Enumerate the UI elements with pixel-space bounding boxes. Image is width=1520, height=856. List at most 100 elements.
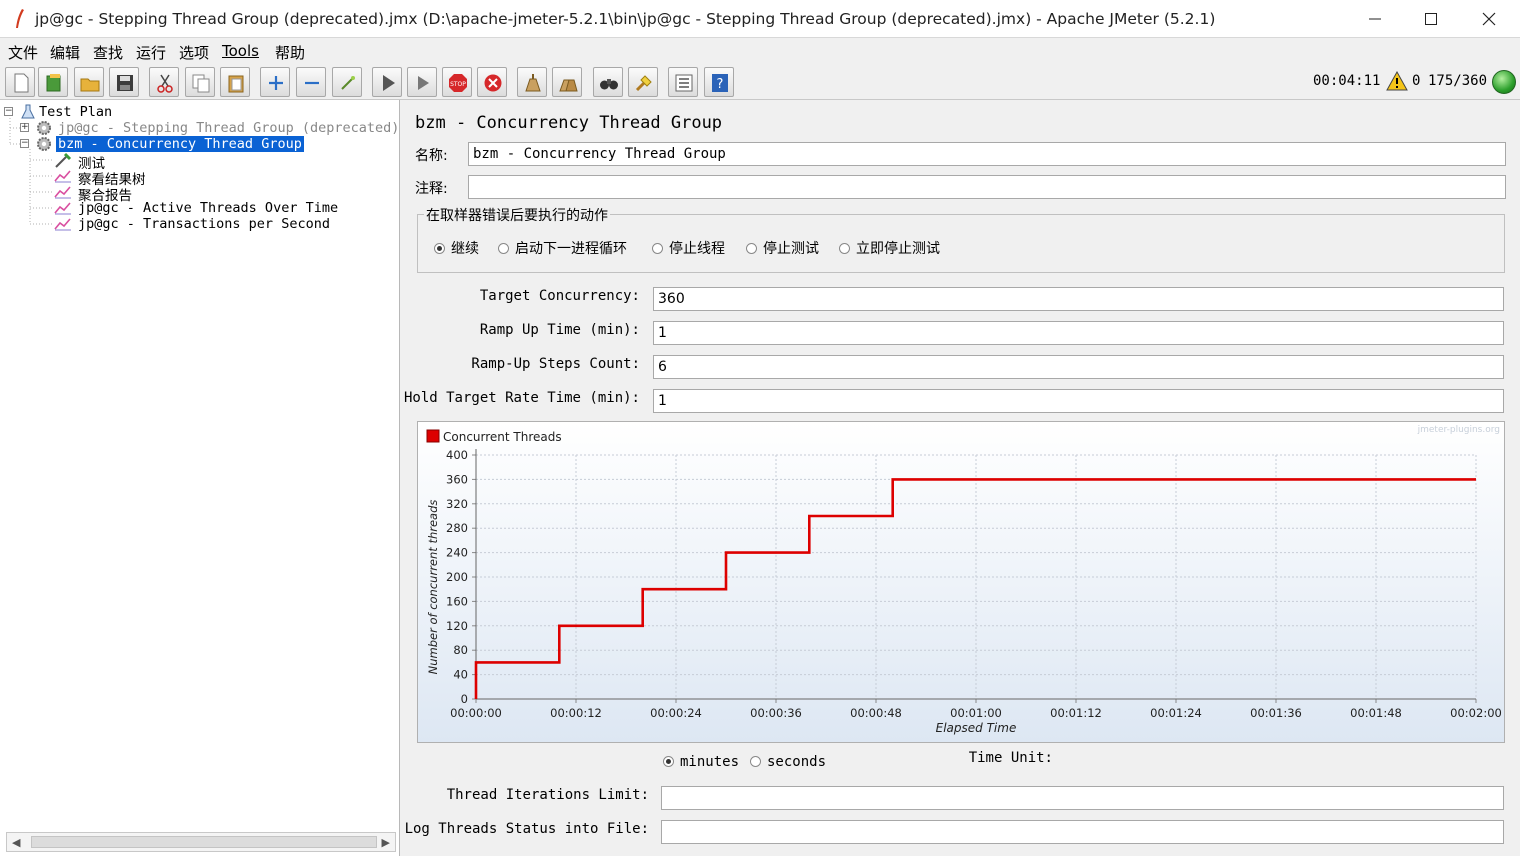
- expand-toggle[interactable]: +: [20, 123, 29, 132]
- chart-watermark: jmeter-plugins.org: [1417, 425, 1500, 435]
- tree-item-active-threads-over-time[interactable]: jp@gc - Active Threads Over Time: [54, 200, 354, 216]
- menu-edit[interactable]: 编辑: [50, 42, 80, 63]
- menu-run[interactable]: 运行: [136, 42, 166, 63]
- reset-search-brush-icon: [635, 75, 652, 92]
- stop-sign-icon: STOP: [449, 74, 467, 92]
- scroll-left-arrow-icon[interactable]: ◀: [12, 836, 20, 849]
- templates-button[interactable]: [38, 67, 68, 97]
- scissors-icon: [157, 74, 173, 93]
- tree-item-label-selected: bzm - Concurrency Thread Group: [55, 135, 305, 153]
- tree-item-sampler[interactable]: 测试: [54, 152, 254, 172]
- warning-icon[interactable]: [1386, 71, 1408, 91]
- thread-iterations-input[interactable]: [661, 786, 1504, 810]
- shutdown-button[interactable]: [477, 67, 507, 97]
- function-helper-button[interactable]: [668, 67, 698, 97]
- start-no-pauses-button[interactable]: [407, 67, 437, 97]
- toggle-wand-icon: [341, 76, 355, 90]
- collapse-toggle[interactable]: −: [20, 139, 29, 148]
- new-file-icon: [14, 73, 29, 93]
- menu-options[interactable]: 选项: [179, 42, 209, 63]
- x-tick-label: 00:00:00: [450, 706, 502, 720]
- collapse-toggle[interactable]: −: [4, 107, 13, 116]
- cut-button[interactable]: [149, 67, 179, 97]
- x-tick-label: 00:00:12: [550, 706, 602, 720]
- ramp-up-steps-input[interactable]: 6: [653, 355, 1504, 379]
- radio-stop-test[interactable]: 停止测试: [746, 238, 819, 258]
- running-indicator-icon: [1492, 70, 1516, 94]
- clear-all-button[interactable]: [552, 67, 582, 97]
- ramp-up-steps-label: Ramp-Up Steps Count:: [471, 356, 640, 372]
- tree-item-stepping-thread-group[interactable]: + jp@gc - Stepping Thread Group (depreca…: [20, 120, 400, 136]
- expand-all-button[interactable]: [260, 67, 290, 97]
- scrollbar-thumb[interactable]: [31, 836, 377, 848]
- target-concurrency-input[interactable]: 360: [653, 287, 1504, 311]
- ramp-up-time-input[interactable]: 1: [653, 321, 1504, 345]
- radio-minutes[interactable]: minutes: [663, 754, 739, 770]
- menu-search[interactable]: 查找: [93, 42, 123, 63]
- new-button[interactable]: [5, 67, 35, 97]
- search-button[interactable]: [593, 67, 623, 97]
- menu-help[interactable]: 帮助: [275, 42, 305, 63]
- start-button[interactable]: [372, 67, 402, 97]
- menu-tools[interactable]: Tools: [222, 42, 259, 60]
- copy-icon: [192, 74, 210, 93]
- log-threads-input[interactable]: [661, 820, 1504, 844]
- elapsed-time: 00:04:11: [1313, 73, 1381, 89]
- tree-item-concurrency-thread-group[interactable]: − bzm - Concurrency Thread Group: [20, 135, 320, 153]
- tree-item-transactions-per-second[interactable]: jp@gc - Transactions per Second: [54, 216, 354, 232]
- maximize-button[interactable]: [1402, 0, 1460, 38]
- radio-continue[interactable]: 继续: [434, 238, 479, 258]
- stop-button[interactable]: STOP: [442, 67, 472, 97]
- tree-item-label: jp@gc - Active Threads Over Time: [78, 200, 339, 216]
- tree-item-test-plan[interactable]: − Test Plan: [4, 104, 204, 120]
- chart-listener-icon: [54, 202, 71, 215]
- reset-search-button[interactable]: [628, 67, 658, 97]
- radio-start-next-loop[interactable]: 启动下一进程循环: [498, 238, 627, 258]
- hold-target-rate-input[interactable]: 1: [653, 389, 1504, 413]
- copy-button[interactable]: [185, 67, 215, 97]
- collapse-all-button[interactable]: [296, 67, 326, 97]
- toggle-button[interactable]: [332, 67, 362, 97]
- tree-item-view-results-tree[interactable]: 察看结果树: [54, 168, 254, 188]
- paste-button[interactable]: [220, 67, 250, 97]
- tree-item-label: Test Plan: [39, 104, 113, 120]
- y-tick-label: 320: [446, 497, 468, 511]
- comment-label: 注释:: [415, 181, 448, 197]
- binoculars-icon: [600, 79, 618, 90]
- comment-input[interactable]: [468, 175, 1506, 199]
- x-tick-label: 00:00:48: [850, 706, 902, 720]
- tree-item-label: jp@gc - Stepping Thread Group (deprecate…: [58, 120, 400, 136]
- clear-button[interactable]: [517, 67, 547, 97]
- brooms-icon: [559, 79, 578, 92]
- radio-unselected-icon: [498, 243, 509, 254]
- play-no-pause-icon: [418, 76, 429, 90]
- tree-item-label: jp@gc - Transactions per Second: [78, 216, 330, 232]
- chart-background: [418, 422, 1504, 742]
- help-question-icon: ?: [712, 74, 728, 92]
- tree-horizontal-scrollbar[interactable]: ◀ ▶: [6, 832, 396, 852]
- scroll-right-arrow-icon[interactable]: ▶: [382, 836, 390, 849]
- minimize-button[interactable]: [1346, 0, 1404, 38]
- shutdown-x-icon: [484, 74, 502, 92]
- radio-seconds[interactable]: seconds: [750, 754, 826, 770]
- svg-text:?: ?: [717, 77, 724, 92]
- help-button[interactable]: ?: [704, 67, 734, 97]
- x-tick-label: 00:00:36: [750, 706, 802, 720]
- menu-bar: 文件 编辑 查找 运行 选项 Tools 帮助: [0, 38, 1520, 64]
- svg-text:STOP: STOP: [450, 81, 466, 88]
- radio-stop-test-now[interactable]: 立即停止测试: [839, 238, 940, 258]
- y-tick-label: 160: [446, 594, 468, 608]
- tree-item-aggregate-report[interactable]: 聚合报告: [54, 184, 254, 204]
- y-tick-label: 40: [453, 668, 468, 682]
- menu-file[interactable]: 文件: [8, 42, 38, 63]
- name-input[interactable]: bzm - Concurrency Thread Group: [468, 142, 1506, 166]
- close-button[interactable]: [1460, 0, 1518, 38]
- save-button[interactable]: [109, 67, 139, 97]
- open-button[interactable]: [74, 67, 104, 97]
- gear-icon: [37, 121, 51, 135]
- play-icon: [383, 75, 395, 91]
- radio-unselected-icon: [652, 243, 663, 254]
- radio-stop-thread[interactable]: 停止线程: [652, 238, 725, 258]
- list-icon: [675, 74, 693, 92]
- x-tick-label: 00:00:24: [650, 706, 702, 720]
